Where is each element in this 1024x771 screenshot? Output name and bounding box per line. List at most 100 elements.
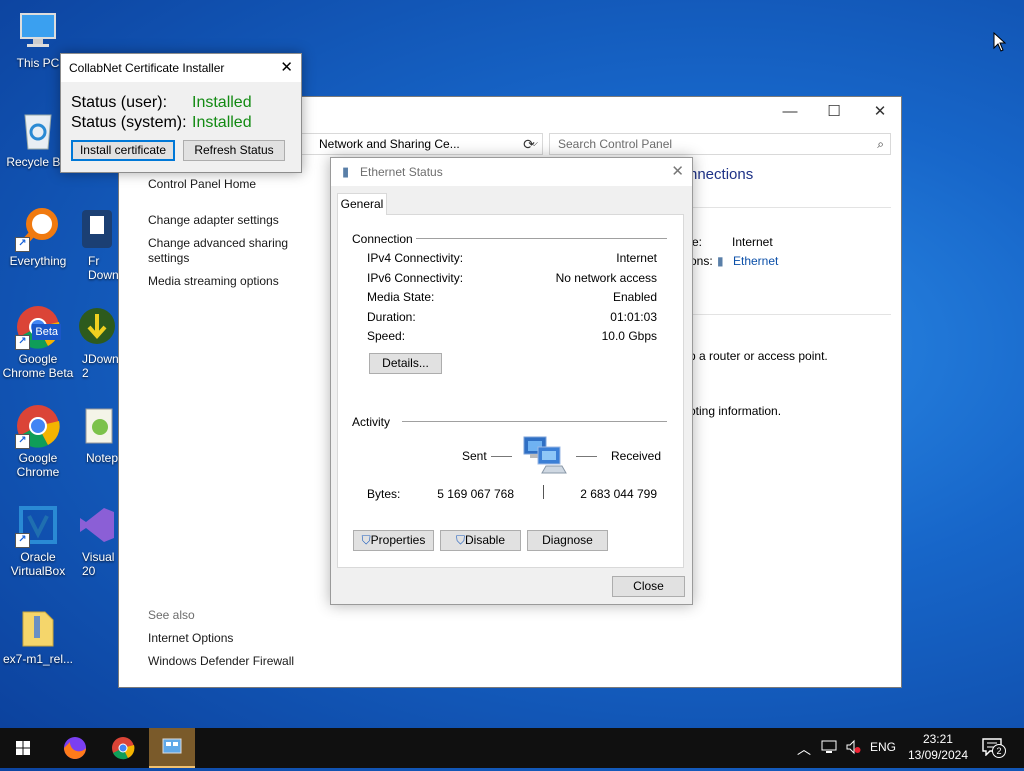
media-state-label: Media State: [367,290,435,304]
bytes-sent-value: 5 169 067 768 [437,487,514,501]
desktop-icon-label: Oracle VirtualBox [10,550,66,578]
magnifier-icon: ↗ [15,206,61,252]
taskbar: ︿ ENG 23:21 13/09/2024 2 [0,728,1024,768]
ipv4-label: IPv4 Connectivity: [367,251,464,265]
search-placeholder: Search Control Panel [558,137,673,151]
volume-muted-icon[interactable] [845,739,861,758]
start-button[interactable] [0,728,46,768]
address-text: Network and Sharing Ce... [319,137,460,151]
search-icon[interactable]: ⌕ [877,134,884,154]
see-also-heading: See also [148,608,195,622]
desktop-icon-chrome[interactable]: ↗ Google Chrome [0,403,76,479]
address-bar[interactable]: Network and Sharing Ce... ⌵ [299,133,543,155]
clock-time: 23:21 [922,732,953,746]
connection-group-label: Connection [352,232,413,246]
ethernet-status-dialog[interactable]: ▮ Ethernet Status ✕ General Connection I… [330,157,693,605]
search-input[interactable]: Search Control Panel ⌕ [549,133,891,155]
zip-folder-icon [15,604,61,650]
section-divider [689,314,891,315]
link-defender-firewall[interactable]: Windows Defender Firewall [148,654,294,669]
heading-divider [689,207,891,208]
link-internet-options[interactable]: Internet Options [148,631,233,646]
properties-label: Properties [370,533,426,547]
desktop-icon-label: ex7-m1_rel... [2,652,74,666]
access-type-label: e: [692,235,703,249]
computer-icon [15,8,61,54]
collabnet-title: CollabNet Certificate Installer [69,61,225,75]
tab-general[interactable]: General [337,193,387,215]
nav-control-panel-home[interactable]: Control Panel Home [148,177,256,192]
chrome-beta-icon: Beta ↗ [15,304,61,350]
status-system-value: Installed [192,114,252,131]
shortcut-arrow-icon: ↗ [15,335,30,350]
desktop-icon-everything[interactable]: ↗ Everything [0,206,76,268]
desktop-icon-ex7[interactable]: ex7-m1_rel... [0,604,76,666]
jdownloader-icon [74,304,120,350]
nav-change-adapter-settings[interactable]: Change adapter settings [148,213,279,228]
install-certificate-button[interactable]: Install certificate [71,140,175,161]
diagnose-button[interactable]: Diagnose [527,530,608,551]
clock-date: 13/09/2024 [907,748,968,762]
mouse-cursor-icon [993,31,1007,55]
uac-shield-icon: ⛉ [361,533,371,547]
network-icon[interactable] [821,739,837,758]
bytes-label: Bytes: [367,487,401,501]
beta-badge: Beta [32,324,61,340]
connections-link[interactable]: Ethernet [733,254,778,268]
status-system-label: Status (system): [71,114,187,131]
access-type-value: Internet [732,235,773,249]
desktop-icon-chrome-beta[interactable]: Beta ↗ Google Chrome Beta [0,304,76,380]
activity-group-divider [402,421,667,422]
taskbar-chrome[interactable] [100,728,146,768]
uac-shield-icon: ⛉ [455,533,465,547]
duration-value: 01:01:03 [610,310,657,324]
show-hidden-icons-chevron-up-icon[interactable]: ︿ [797,739,811,759]
minimize-button[interactable]: — [767,97,813,127]
close-button[interactable]: Close [612,576,685,597]
status-user-label: Status (user): [71,94,168,111]
disable-label: Disable [464,533,506,547]
firefox-icon [64,737,86,759]
chrome-icon [112,737,135,760]
nav-media-streaming[interactable]: Media streaming options [148,274,279,289]
taskbar-control-panel[interactable] [149,728,195,768]
notepad-icon [74,403,120,449]
details-button[interactable]: Details... [369,353,442,374]
ethernet-titlebar[interactable]: ▮ Ethernet Status ✕ [331,158,692,186]
window-close-button[interactable]: ✕ [857,97,903,127]
collabnet-dialog[interactable]: CollabNet Certificate Installer ✕ Status… [60,53,302,173]
close-icon[interactable]: ✕ [280,54,293,82]
connection-group-divider [416,238,667,239]
desktop-icon-virtualbox[interactable]: ↗ Oracle VirtualBox [0,502,76,578]
language-indicator[interactable]: ENG [870,740,896,754]
download-manager-icon [74,206,120,252]
taskbar-firefox[interactable] [52,728,98,768]
router-text: p a router or access point. [689,349,828,363]
disable-button[interactable]: ⛉Disable [440,530,521,551]
activity-group-label: Activity [352,415,391,429]
desktop-icon-label: Google Chrome [16,451,60,479]
shortcut-arrow-icon: ↗ [15,533,30,548]
refresh-status-button[interactable]: Refresh Status [183,140,285,161]
sent-label: Sent [462,449,487,463]
duration-label: Duration: [367,310,416,324]
troubleshoot-text: oting information. [689,404,782,418]
maximize-button[interactable]: ☐ [811,97,857,127]
refresh-button[interactable]: ⟳ [518,133,540,155]
nav-change-advanced-sharing[interactable]: Change advanced sharing settings [148,236,298,266]
collabnet-titlebar[interactable]: CollabNet Certificate Installer ✕ [61,54,301,82]
windows-logo-icon [16,741,30,755]
notification-center-icon[interactable]: 2 [982,738,1006,759]
received-label: Received [611,449,662,463]
virtualbox-icon: ↗ [15,502,61,548]
ethernet-title: Ethernet Status [360,165,443,179]
visual-studio-icon [74,502,120,548]
sent-line [491,456,512,457]
properties-button[interactable]: ⛉Properties [353,530,434,551]
close-icon[interactable]: ✕ [671,158,684,186]
general-tab-panel: Connection IPv4 Connectivity: Internet I… [337,214,684,568]
ipv6-value: No network access [555,271,657,285]
ethernet-connection-icon: ▮ [717,254,724,268]
taskbar-clock[interactable]: 23:21 13/09/2024 [908,731,968,763]
desktop-icon-label: Google Chrome Beta [2,352,74,380]
